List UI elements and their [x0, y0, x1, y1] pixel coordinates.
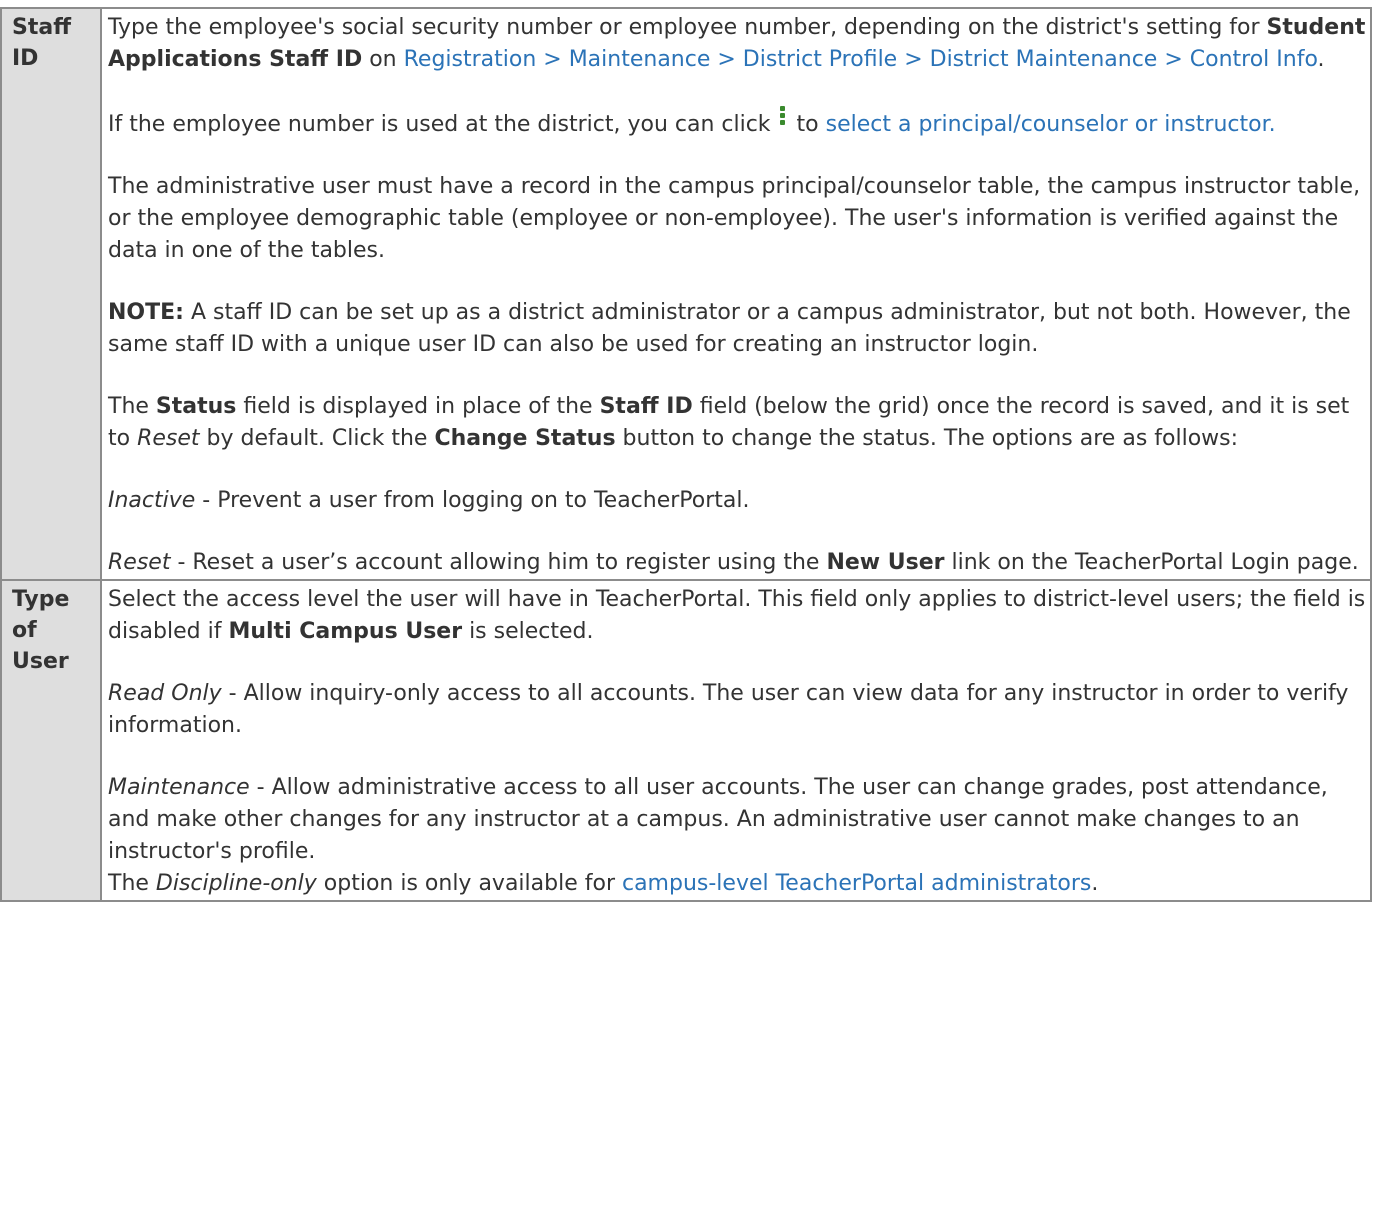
- paragraph: NOTE: A staff ID can be set up as a dist…: [108, 297, 1366, 361]
- bold-text: Change Status: [434, 426, 616, 451]
- italic-text: Discipline-only: [155, 871, 317, 896]
- text: - Reset a user’s account allowing him to…: [170, 550, 827, 575]
- text: - Allow inquiry-only access to all accou…: [108, 681, 1349, 738]
- row-label: Type of User: [0, 579, 102, 902]
- bold-text: Multi Campus User: [228, 619, 463, 644]
- text: field is displayed in place of the: [236, 394, 600, 419]
- text: If the employee number is used at the di…: [108, 112, 778, 137]
- kebab-menu-icon: [779, 106, 786, 127]
- text: The: [108, 394, 156, 419]
- bold-text: Status: [155, 394, 237, 419]
- paragraph: Select the access level the user will ha…: [108, 584, 1366, 648]
- row-description: Select the access level the user will ha…: [100, 579, 1372, 902]
- field-description-table: Staff ID Type the employee's social secu…: [0, 7, 1372, 902]
- paragraph: Read Only - Allow inquiry-only access to…: [108, 678, 1366, 742]
- paragraph: The administrative user must have a reco…: [108, 174, 1361, 263]
- text: to: [789, 112, 826, 137]
- campus-level-administrators-link[interactable]: campus-level TeacherPortal administrator…: [622, 871, 1091, 896]
- bold-text: Staff ID: [599, 394, 693, 419]
- select-principal-counselor-link[interactable]: select a principal/counselor or instruct…: [826, 112, 1276, 137]
- italic-text: Maintenance: [108, 775, 250, 800]
- text: button to change the status. The options…: [615, 426, 1239, 451]
- text: on: [362, 47, 404, 72]
- italic-text: Reset: [108, 550, 171, 575]
- text: - Prevent a user from logging on to Teac…: [195, 488, 750, 513]
- text: by default. Click the: [199, 426, 435, 451]
- row-label: Staff ID: [0, 7, 102, 581]
- note-label: NOTE:: [108, 300, 184, 325]
- italic-text: Read Only: [108, 681, 222, 706]
- paragraph: The Discipline-only option is only avail…: [108, 868, 1366, 900]
- italic-text: Inactive: [108, 488, 196, 513]
- paragraph: Maintenance - Allow administrative acces…: [108, 772, 1366, 868]
- text: .: [1091, 871, 1099, 896]
- text: Type the employee's social security numb…: [108, 15, 1267, 40]
- paragraph: The Status field is displayed in place o…: [108, 391, 1366, 455]
- paragraph: Type the employee's social security numb…: [108, 12, 1366, 76]
- text: link on the TeacherPortal Login page.: [944, 550, 1359, 575]
- paragraph: Inactive - Prevent a user from logging o…: [108, 485, 1366, 517]
- control-info-link[interactable]: Registration > Maintenance > District Pr…: [404, 47, 1318, 72]
- bold-text: New User: [826, 550, 945, 575]
- row-description: Type the employee's social security numb…: [100, 7, 1372, 581]
- table-row-staff-id: Staff ID Type the employee's social secu…: [0, 7, 1372, 581]
- text: .: [1317, 47, 1325, 72]
- text: - Allow administrative access to all use…: [108, 775, 1328, 864]
- text: is selected.: [462, 619, 594, 644]
- table-row-type-of-user: Type of User Select the access level the…: [0, 579, 1372, 902]
- text: A staff ID can be set up as a district a…: [108, 300, 1351, 357]
- paragraph: If the employee number is used at the di…: [108, 106, 1366, 141]
- text: The: [108, 871, 156, 896]
- text: option is only available for: [316, 871, 622, 896]
- paragraph: Reset - Reset a user’s account allowing …: [108, 547, 1366, 579]
- italic-text: Reset: [137, 426, 200, 451]
